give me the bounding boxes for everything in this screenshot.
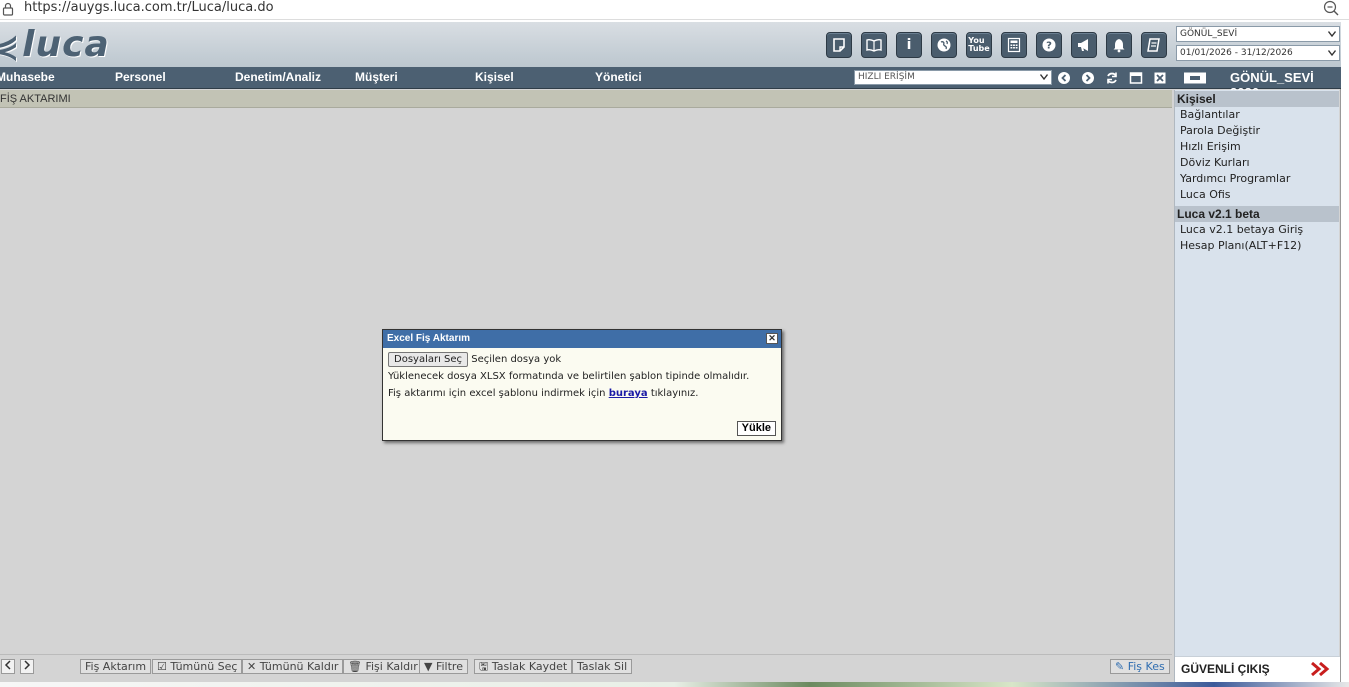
menu-denetim-analiz[interactable]: Denetim/Analiz	[235, 70, 321, 84]
fis-aktarim-button[interactable]: Fiş Aktarım	[80, 659, 152, 674]
date-range-select[interactable]: 01/01/2026 - 31/12/2026	[1176, 45, 1340, 61]
double-chevron-right-icon	[1311, 661, 1330, 677]
user-select[interactable]: GÖNÜL_SEVİ	[1176, 26, 1340, 42]
page-title: FİŞ AKTARIMI	[0, 90, 1172, 108]
edit-icon: ✎	[1115, 660, 1125, 673]
luca-logo: ⋞luca	[0, 24, 110, 65]
remove-fis-button[interactable]: 🗑 Fişi Kaldır	[343, 659, 423, 674]
template-note: Fiş aktarımı için excel şablonu indirmek…	[388, 387, 776, 401]
section-beta-title: Luca v2.1 beta	[1175, 206, 1339, 222]
link-luca-ofis[interactable]: Luca Ofis	[1175, 187, 1339, 203]
help-icon[interactable]: ?	[1036, 32, 1062, 58]
dialog-title-bar: Excel Fiş Aktarım ✕	[383, 330, 781, 348]
calculator-icon[interactable]	[1001, 32, 1027, 58]
chevron-down-icon	[1328, 31, 1336, 37]
chevron-left-icon	[4, 660, 11, 670]
toolbar-icons: i You Tube ?	[826, 32, 1167, 58]
template-note-prefix: Fiş aktarımı için excel şablonu indirmek…	[388, 388, 606, 399]
section-kisisel-title: Kişisel	[1175, 91, 1339, 107]
logout-button[interactable]: GÜVENLİ ÇIKIŞ	[1175, 656, 1340, 682]
next-button[interactable]	[20, 659, 34, 674]
chevron-right-icon	[24, 660, 31, 670]
unselect-all-button[interactable]: ✕ Tümünü Kaldır	[242, 659, 344, 674]
megaphone-icon[interactable]	[1071, 32, 1097, 58]
filter-button[interactable]: ▼ Filtre	[419, 659, 468, 674]
logout-label: GÜVENLİ ÇIKIŞ	[1181, 662, 1270, 676]
logo-mark-icon: ⋞	[0, 29, 21, 64]
x-icon: ✕	[247, 660, 257, 673]
filter-icon: ▼	[424, 660, 433, 673]
menu-personel[interactable]: Personel	[115, 70, 166, 84]
quick-access-select[interactable]: HIZLI ERİŞİM	[854, 70, 1052, 85]
link-yardimci-programlar[interactable]: Yardımcı Programlar	[1175, 171, 1339, 187]
dialog-title: Excel Fiş Aktarım	[387, 333, 471, 344]
youtube-icon[interactable]: You Tube	[966, 32, 992, 58]
menu-yonetici[interactable]: Yönetici	[595, 70, 642, 84]
select-all-button[interactable]: ☑ Tümünü Seç	[152, 659, 243, 674]
check-square-icon: ☑	[157, 660, 167, 673]
chevron-down-icon	[1040, 74, 1048, 80]
bell-icon[interactable]	[1106, 32, 1132, 58]
main-menu: Muhasebe Personel Denetim/Analiz Müşteri…	[0, 67, 1341, 100]
zoom-out-icon[interactable]	[1323, 0, 1339, 16]
notebook-icon[interactable]	[1141, 32, 1167, 58]
window-icon[interactable]	[1183, 71, 1207, 85]
excel-import-dialog: Excel Fiş Aktarım ✕ Dosyaları Seç Seçile…	[382, 329, 782, 441]
link-hesap-plani[interactable]: Hesap Planı(ALT+F12)	[1175, 238, 1339, 254]
globe-icon[interactable]	[931, 32, 957, 58]
template-note-suffix: tıklayınız.	[650, 388, 699, 399]
link-parola-degistir[interactable]: Parola Değiştir	[1175, 123, 1339, 139]
link-hizli-erisim[interactable]: Hızlı Erişim	[1175, 139, 1339, 155]
menu-kisisel[interactable]: Kişisel	[475, 70, 514, 84]
upload-button[interactable]: Yükle	[736, 421, 776, 436]
chevron-down-icon	[1328, 50, 1336, 56]
bottom-toolbar: Fiş Aktarım ☑ Tümünü Seç ✕ Tümünü Kaldır…	[0, 654, 1172, 676]
close-icon[interactable]: ✕	[766, 333, 778, 344]
book-icon[interactable]	[861, 32, 887, 58]
lock-icon	[2, 2, 14, 16]
right-panel: Kişisel Bağlantılar Parola Değiştir Hızl…	[1174, 90, 1340, 682]
link-beta-giris[interactable]: Luca v2.1 betaya Giriş	[1175, 222, 1339, 238]
note-icon[interactable]	[826, 32, 852, 58]
file-status: Seçilen dosya yok	[471, 354, 562, 365]
delete-draft-button[interactable]: Taslak Sil	[572, 659, 633, 674]
floppy-icon: 🖫	[479, 660, 489, 673]
close-icon[interactable]	[1153, 71, 1167, 85]
prev-button[interactable]	[1, 659, 15, 674]
forward-icon[interactable]	[1081, 71, 1095, 85]
dialog-body: Dosyaları Seç Seçilen dosya yok Yüklenec…	[383, 348, 781, 405]
taskbar-strip	[0, 682, 1349, 687]
browser-url[interactable]: https://auygs.luca.com.tr/Luca/luca.do	[24, 0, 274, 16]
app-header: ⋞luca i You Tube ? GÖNÜL_SEVİ 01/01/2026 …	[0, 22, 1341, 67]
info-icon[interactable]: i	[896, 32, 922, 58]
back-icon[interactable]	[1057, 71, 1071, 85]
format-note: Yüklenecek dosya XLSX formatında ve beli…	[388, 371, 750, 382]
browser-address-bar[interactable]: https://auygs.luca.com.tr/Luca/luca.do	[0, 0, 1349, 20]
trash-icon: 🗑	[348, 660, 362, 673]
svg-text:?: ?	[1046, 41, 1052, 52]
refresh-icon[interactable]	[1105, 71, 1119, 85]
maximize-icon[interactable]	[1129, 71, 1143, 85]
fis-kes-button[interactable]: ✎ Fiş Kes	[1110, 659, 1170, 674]
menu-muhasebe[interactable]: Muhasebe	[0, 70, 55, 84]
template-download-link[interactable]: buraya	[609, 388, 648, 399]
save-draft-button[interactable]: 🖫 Taslak Kaydet	[474, 659, 573, 674]
menu-musteri[interactable]: Müşteri	[355, 70, 398, 84]
link-baglantilar[interactable]: Bağlantılar	[1175, 107, 1339, 123]
header-selects: GÖNÜL_SEVİ 01/01/2026 - 31/12/2026	[1176, 26, 1341, 64]
link-doviz-kurlari[interactable]: Döviz Kurları	[1175, 155, 1339, 171]
choose-files-button[interactable]: Dosyaları Seç	[388, 352, 469, 367]
